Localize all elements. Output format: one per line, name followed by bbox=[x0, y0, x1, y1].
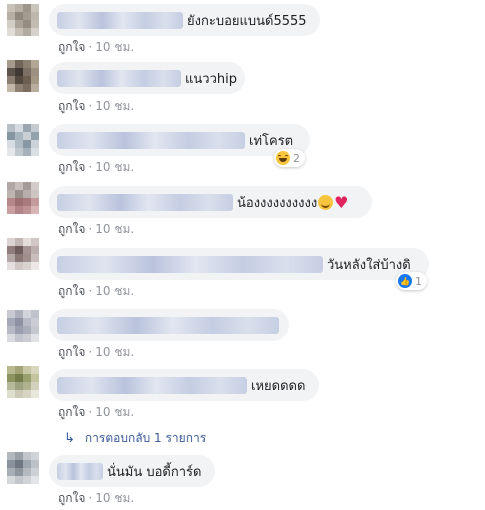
author-name[interactable] bbox=[57, 255, 323, 273]
like-icon: 👍 bbox=[398, 274, 412, 288]
timestamp[interactable]: 10 ชม. bbox=[95, 345, 134, 359]
timestamp[interactable]: 10 ชม. bbox=[95, 491, 134, 505]
comment-meta: ถูกใจ · 10 ชม. bbox=[58, 160, 135, 174]
reply-arrow-icon: ↳ bbox=[64, 431, 75, 446]
comment-bubble: แนววhip bbox=[49, 62, 245, 94]
comment-bubble: น้องงงงงงงงงง ♥ bbox=[49, 186, 372, 218]
comment-meta: ถูกใจ · 10 ชม. bbox=[58, 99, 135, 113]
comment-bubble: เท่โครต bbox=[49, 124, 310, 156]
comment-bubble bbox=[49, 309, 289, 341]
reaction-count[interactable]: 👍 1 bbox=[396, 272, 427, 290]
author-name[interactable] bbox=[57, 193, 233, 211]
comment-bubble: นั่นมัน บอดี้การ์ด bbox=[49, 455, 215, 487]
haha-icon bbox=[276, 151, 290, 165]
comment-bubble: ยังกะบอยแบนด์5555 bbox=[49, 4, 320, 36]
avatar[interactable] bbox=[7, 4, 39, 36]
like-link[interactable]: ถูกใจ bbox=[58, 40, 85, 54]
timestamp[interactable]: 10 ชม. bbox=[95, 405, 134, 419]
heart-icon: ♥ bbox=[334, 192, 349, 212]
like-link[interactable]: ถูกใจ bbox=[58, 160, 85, 174]
grinning-face-icon bbox=[318, 194, 334, 210]
comment-text: วันหลังใส่บ้างดิ bbox=[327, 257, 411, 273]
avatar[interactable] bbox=[7, 366, 39, 398]
like-link[interactable]: ถูกใจ bbox=[58, 345, 85, 359]
comment-text: เท่โครต bbox=[249, 133, 294, 149]
author-name[interactable] bbox=[57, 462, 103, 480]
timestamp[interactable]: 10 ชม. bbox=[95, 99, 134, 113]
view-replies-link[interactable]: ↳ การตอบกลับ 1 รายการ bbox=[64, 429, 206, 448]
avatar[interactable] bbox=[7, 182, 39, 214]
comment-text: ยังกะบอยแบนด์5555 bbox=[187, 13, 307, 29]
comment-meta: ถูกใจ · 10 ชม. bbox=[58, 284, 135, 298]
avatar[interactable] bbox=[7, 124, 39, 156]
timestamp[interactable]: 10 ชม. bbox=[95, 40, 134, 54]
comment-meta: ถูกใจ · 10 ชม. bbox=[58, 345, 135, 359]
reaction-count[interactable]: 2 bbox=[274, 149, 305, 167]
timestamp[interactable]: 10 ชม. bbox=[95, 160, 134, 174]
comment-text: เหยดดดด bbox=[251, 378, 306, 394]
like-link[interactable]: ถูกใจ bbox=[58, 284, 85, 298]
comment-meta: ถูกใจ · 10 ชม. bbox=[58, 405, 135, 419]
avatar[interactable] bbox=[7, 452, 39, 484]
like-link[interactable]: ถูกใจ bbox=[58, 405, 85, 419]
author-name[interactable] bbox=[57, 131, 245, 149]
comment-text: นั่นมัน บอดี้การ์ด bbox=[107, 464, 202, 480]
like-link[interactable]: ถูกใจ bbox=[58, 491, 85, 505]
author-name[interactable] bbox=[57, 69, 181, 87]
comment-bubble: เหยดดดด bbox=[49, 369, 319, 401]
comment-bubble: วันหลังใส่บ้างดิ bbox=[49, 248, 429, 280]
author-name[interactable] bbox=[57, 316, 279, 334]
author-name[interactable] bbox=[57, 376, 247, 394]
comment-meta: ถูกใจ · 10 ชม. bbox=[58, 40, 135, 54]
avatar[interactable] bbox=[7, 310, 39, 342]
like-link[interactable]: ถูกใจ bbox=[58, 99, 85, 113]
replies-label: การตอบกลับ 1 รายการ bbox=[84, 431, 207, 445]
author-name[interactable] bbox=[57, 11, 183, 29]
like-link[interactable]: ถูกใจ bbox=[58, 222, 85, 236]
timestamp[interactable]: 10 ชม. bbox=[95, 222, 134, 236]
comment-meta: ถูกใจ · 10 ชม. bbox=[58, 222, 135, 236]
comment-meta: ถูกใจ · 10 ชม. bbox=[58, 491, 135, 505]
avatar[interactable] bbox=[7, 238, 39, 270]
avatar[interactable] bbox=[7, 60, 39, 92]
comment-text: แนววhip bbox=[185, 71, 237, 87]
comment-text: น้องงงงงงงงงง bbox=[237, 195, 318, 211]
timestamp[interactable]: 10 ชม. bbox=[95, 284, 134, 298]
